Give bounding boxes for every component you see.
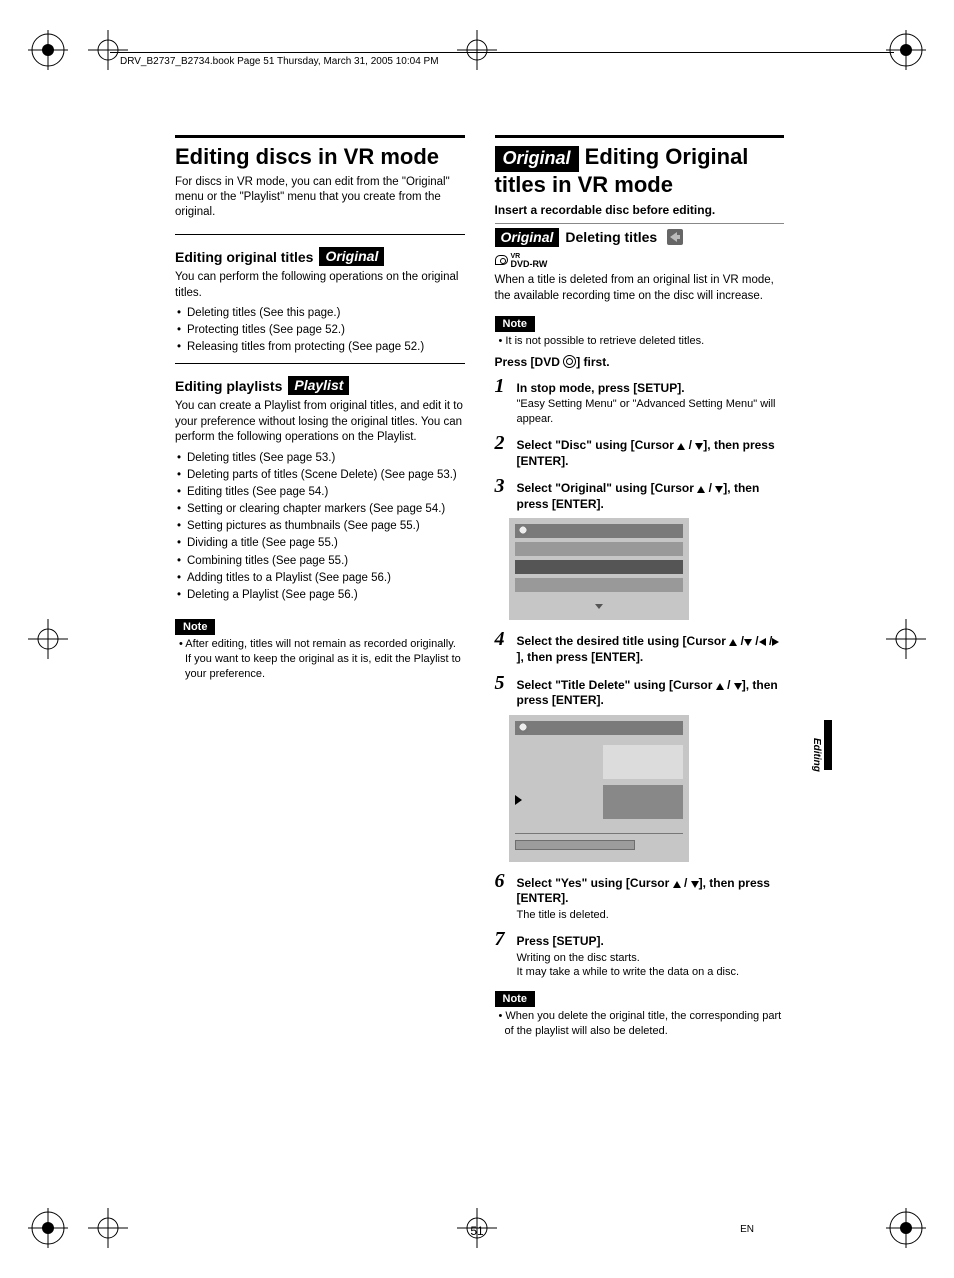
list-item: Deleting titles (See this page.)	[187, 305, 465, 321]
screen-illustration-2	[509, 715, 689, 862]
note-text: • When you delete the original title, th…	[495, 1009, 785, 1039]
note-badge: Note	[495, 316, 535, 332]
insert-disc-line: Insert a recordable disc before editing.	[495, 203, 785, 217]
cursor-down-icon	[691, 881, 699, 888]
crop-mark-icon	[457, 30, 497, 70]
del-intro: When a title is deleted from an original…	[495, 273, 785, 304]
screen-illustration-1	[509, 518, 689, 620]
step-title: Press [SETUP].	[517, 934, 785, 950]
step-number: 2	[495, 432, 509, 455]
side-tab-label: Editing	[811, 738, 822, 772]
play-icon	[515, 795, 522, 805]
dvd-rw-label: DVD-RW	[511, 259, 548, 269]
dvd-rw-icon: VR DVD-RW	[495, 251, 785, 269]
step-number: 6	[495, 870, 509, 893]
step-number: 3	[495, 475, 509, 498]
step-number: 1	[495, 375, 509, 398]
h2-label: Deleting titles	[565, 229, 657, 245]
badge-original: Original	[319, 247, 384, 266]
list-item: Setting or clearing chapter markers (See…	[187, 501, 465, 517]
h2-original-titles: Editing original titles Original	[175, 247, 465, 266]
step-5: 5 Select "Title Delete" using [Cursor / …	[495, 672, 785, 709]
cursor-up-icon	[716, 683, 724, 690]
cursor-down-icon	[734, 683, 742, 690]
h2-label: Editing original titles	[175, 249, 313, 265]
step-1: 1 In stop mode, press [SETUP]. "Easy Set…	[495, 375, 785, 426]
step-title: In stop mode, press [SETUP].	[517, 381, 785, 397]
h2-deleting-titles: Original Deleting titles	[495, 228, 785, 247]
note-badge: Note	[495, 991, 535, 1007]
power-icon	[563, 355, 576, 368]
cursor-right-icon	[772, 638, 779, 646]
step-desc: "Easy Setting Menu" or "Advanced Setting…	[517, 397, 785, 426]
step-3: 3 Select "Original" using [Cursor / ], t…	[495, 475, 785, 512]
step-desc: Writing on the disc starts. It may take …	[517, 951, 785, 980]
note-text: • After editing, titles will not remain …	[175, 637, 465, 682]
cursor-up-icon	[697, 486, 705, 493]
step-desc: The title is deleted.	[517, 908, 785, 922]
crop-mark-icon	[886, 30, 926, 70]
lang-code: EN	[740, 1224, 754, 1235]
cursor-down-icon	[744, 639, 752, 646]
note-badge: Note	[175, 619, 215, 635]
sec1-para: You can perform the following operations…	[175, 270, 465, 301]
chevron-down-icon	[595, 604, 603, 609]
step-number: 4	[495, 628, 509, 651]
page: DRV_B2737_B2734.book Page 51 Thursday, M…	[0, 0, 954, 1278]
crop-mark-icon	[28, 619, 68, 659]
page-footer: 51 EN	[0, 1224, 954, 1238]
book-header: DRV_B2737_B2734.book Page 51 Thursday, M…	[120, 56, 439, 67]
cursor-left-icon	[759, 638, 766, 646]
header-rule	[110, 52, 894, 53]
list-item: Protecting titles (See page 52.)	[187, 322, 465, 338]
sec2-para: You can create a Playlist from original …	[175, 399, 465, 446]
step-title: Select "Yes" using [Cursor / ], then pre…	[517, 876, 785, 907]
sec2-bullets: Deleting titles (See page 53.) Deleting …	[175, 450, 465, 603]
h1-editing-discs: Editing discs in VR mode	[175, 144, 465, 169]
badge-playlist: Playlist	[288, 376, 349, 395]
step-7: 7 Press [SETUP]. Writing on the disc sta…	[495, 928, 785, 979]
list-item: Dividing a title (See page 55.)	[187, 535, 465, 551]
crop-mark-icon	[886, 619, 926, 659]
h2-playlists: Editing playlists Playlist	[175, 376, 465, 395]
badge-original: Original	[495, 228, 560, 247]
side-tab: Editing	[814, 720, 832, 838]
press-dvd-first: Press [DVD ] first.	[495, 355, 785, 369]
step-2: 2 Select "Disc" using [Cursor / ], then …	[495, 432, 785, 469]
page-number: 51	[470, 1224, 483, 1238]
cursor-up-icon	[729, 639, 737, 646]
step-title: Select "Original" using [Cursor / ], the…	[517, 481, 785, 512]
h2-label: Editing playlists	[175, 378, 282, 394]
intro-text: For discs in VR mode, you can edit from …	[175, 175, 465, 220]
list-item: Deleting titles (See page 53.)	[187, 450, 465, 466]
cursor-up-icon	[673, 881, 681, 888]
cursor-up-icon	[677, 443, 685, 450]
note-text: • It is not possible to retrieve deleted…	[495, 334, 785, 349]
list-item: Deleting parts of titles (Scene Delete) …	[187, 467, 465, 483]
crop-mark-icon	[28, 30, 68, 70]
step-title: Select "Title Delete" using [Cursor / ],…	[517, 678, 785, 709]
list-item: Combining titles (See page 55.)	[187, 553, 465, 569]
list-item: Setting pictures as thumbnails (See page…	[187, 518, 465, 534]
step-number: 5	[495, 672, 509, 695]
left-column: Editing discs in VR mode For discs in VR…	[175, 135, 465, 1039]
step-number: 7	[495, 928, 509, 951]
step-title: Select "Disc" using [Cursor / ], then pr…	[517, 438, 785, 469]
list-item: Releasing titles from protecting (See pa…	[187, 339, 465, 355]
return-icon	[667, 229, 683, 245]
list-item: Adding titles to a Playlist (See page 56…	[187, 570, 465, 586]
step-title: Select the desired title using [Cursor /…	[517, 634, 785, 665]
list-item: Deleting a Playlist (See page 56.)	[187, 587, 465, 603]
badge-original-big: Original	[495, 146, 579, 172]
sec1-bullets: Deleting titles (See this page.) Protect…	[175, 305, 465, 355]
step-6: 6 Select "Yes" using [Cursor / ], then p…	[495, 870, 785, 922]
right-column: Original Editing Original titles in VR m…	[495, 135, 785, 1039]
list-item: Editing titles (See page 54.)	[187, 484, 465, 500]
h1-editing-original: Original Editing Original titles in VR m…	[495, 144, 785, 197]
step-4: 4 Select the desired title using [Cursor…	[495, 628, 785, 665]
